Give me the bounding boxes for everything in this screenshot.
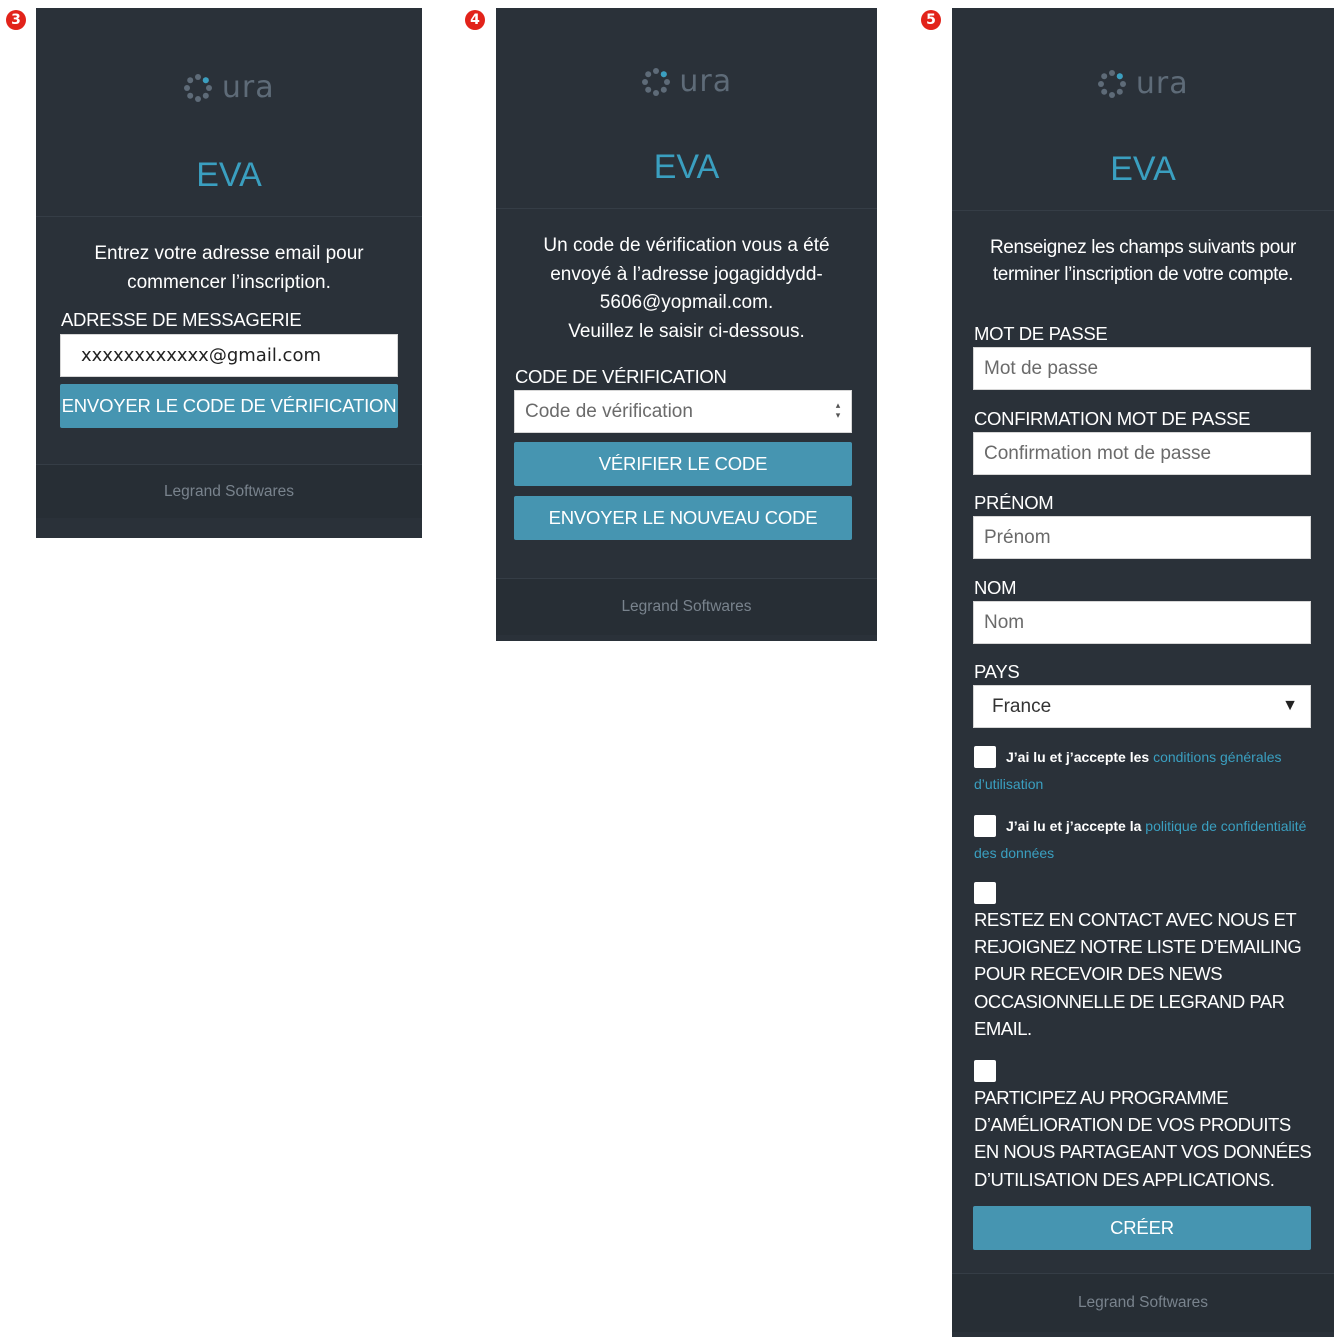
privacy-consent-text: J’ai lu et j’accepte la politique de con… — [974, 813, 1314, 867]
intro-line-1: Un code de vérification vous a été — [543, 235, 830, 256]
confirm-password-label: CONFIRMATION MOT DE PASSE — [974, 408, 1251, 429]
lastname-placeholder: Nom — [984, 611, 1025, 633]
intro-text: Entrez votre adresse email pour commence… — [94, 243, 364, 293]
terms-consent-text: J’ai lu et j’accepte les conditions géné… — [974, 744, 1314, 798]
verify-code-panel: ura EVA Un code de vérification vous a é… — [496, 8, 877, 641]
newsletter-checkbox[interactable] — [974, 882, 996, 904]
verify-code-button[interactable]: VÉRIFIER LE CODE — [514, 442, 852, 486]
country-value: France — [992, 695, 1052, 717]
confirm-password-field[interactable]: Confirmation mot de passe — [973, 432, 1311, 475]
footer: Legrand Softwares — [496, 578, 877, 635]
intro-line-2: envoyé à l’adresse jogagiddydd- — [550, 263, 823, 285]
logo-text: ura — [1135, 66, 1189, 101]
signup-email-panel: ura EVA Entrez votre adresse email pour … — [36, 8, 422, 538]
lastname-label: NOM — [974, 577, 1017, 598]
privacy-prefix: J’ai lu et j’accepte la — [1006, 818, 1142, 834]
firstname-placeholder: Prénom — [984, 526, 1051, 548]
email-field[interactable]: xxxxxxxxxxxx@gmail.com — [60, 334, 398, 377]
brand-logo: ura — [496, 64, 877, 99]
create-account-button[interactable]: CRÉER — [973, 1206, 1311, 1250]
newsletter-text: RESTEZ EN CONTACT AVEC NOUS ET REJOIGNEZ… — [974, 909, 1302, 1039]
lastname-field[interactable]: Nom — [973, 601, 1311, 644]
brand-logo: ura — [952, 66, 1334, 101]
password-label: MOT DE PASSE — [974, 323, 1108, 344]
complete-signup-panel: ura EVA Renseignez les champs suivants p… — [952, 8, 1334, 1337]
terms-prefix: J’ai lu et j’accepte les — [1006, 749, 1150, 765]
resend-code-button[interactable]: ENVOYER LE NOUVEAU CODE — [514, 496, 852, 540]
firstname-field[interactable]: Prénom — [973, 516, 1311, 559]
footer: Legrand Softwares — [952, 1273, 1334, 1332]
panel-header: ura EVA — [496, 8, 877, 209]
code-placeholder: Code de vérification — [525, 400, 693, 422]
step-badge-5: 5 — [921, 10, 941, 30]
intro-line-3: 5606@yopmail.com. — [599, 292, 774, 313]
email-label: ADRESSE DE MESSAGERIE — [61, 309, 302, 330]
brand-logo: ura — [36, 70, 422, 105]
app-title: EVA — [1110, 150, 1176, 188]
chevron-down-icon: ▼ — [1282, 697, 1298, 714]
footer: Legrand Softwares — [36, 464, 422, 518]
send-code-button[interactable]: ENVOYER LE CODE DE VÉRIFICATION — [60, 384, 398, 428]
improvement-program-text: PARTICIPEZ AU PROGRAMME D’AMÉLIORATION D… — [974, 1087, 1312, 1190]
app-title: EVA — [653, 148, 720, 186]
number-spinner[interactable]: ▴ ▾ — [833, 400, 843, 420]
code-label: CODE DE VÉRIFICATION — [515, 366, 727, 387]
intro-text: Un code de vérification vous a été envoy… — [516, 232, 857, 346]
step-badge-3: 3 — [6, 10, 26, 30]
password-placeholder: Mot de passe — [984, 357, 1099, 379]
app-title: EVA — [196, 156, 262, 194]
email-value: xxxxxxxxxxxx@gmail.com — [81, 345, 321, 366]
improvement-program-checkbox[interactable] — [974, 1060, 996, 1082]
logo-text: ura — [221, 70, 275, 105]
country-select[interactable]: France ▼ — [973, 685, 1311, 728]
panel-header: ura EVA — [952, 8, 1334, 211]
intro-line-4: Veuillez le saisir ci-dessous. — [568, 320, 805, 342]
confirm-password-placeholder: Confirmation mot de passe — [984, 442, 1212, 464]
panel-header: ura EVA — [36, 8, 422, 217]
country-label: PAYS — [974, 661, 1020, 682]
intro-text: Renseignez les champs suivants pour term… — [989, 237, 1296, 285]
firstname-label: PRÉNOM — [974, 492, 1054, 513]
step-badge-4: 4 — [465, 10, 485, 30]
verification-code-field[interactable]: Code de vérification ▴ ▾ — [514, 390, 852, 433]
logo-icon — [1098, 69, 1127, 98]
logo-text: ura — [679, 64, 733, 99]
password-field[interactable]: Mot de passe — [973, 347, 1311, 390]
logo-icon — [184, 73, 213, 102]
logo-icon — [641, 67, 670, 96]
